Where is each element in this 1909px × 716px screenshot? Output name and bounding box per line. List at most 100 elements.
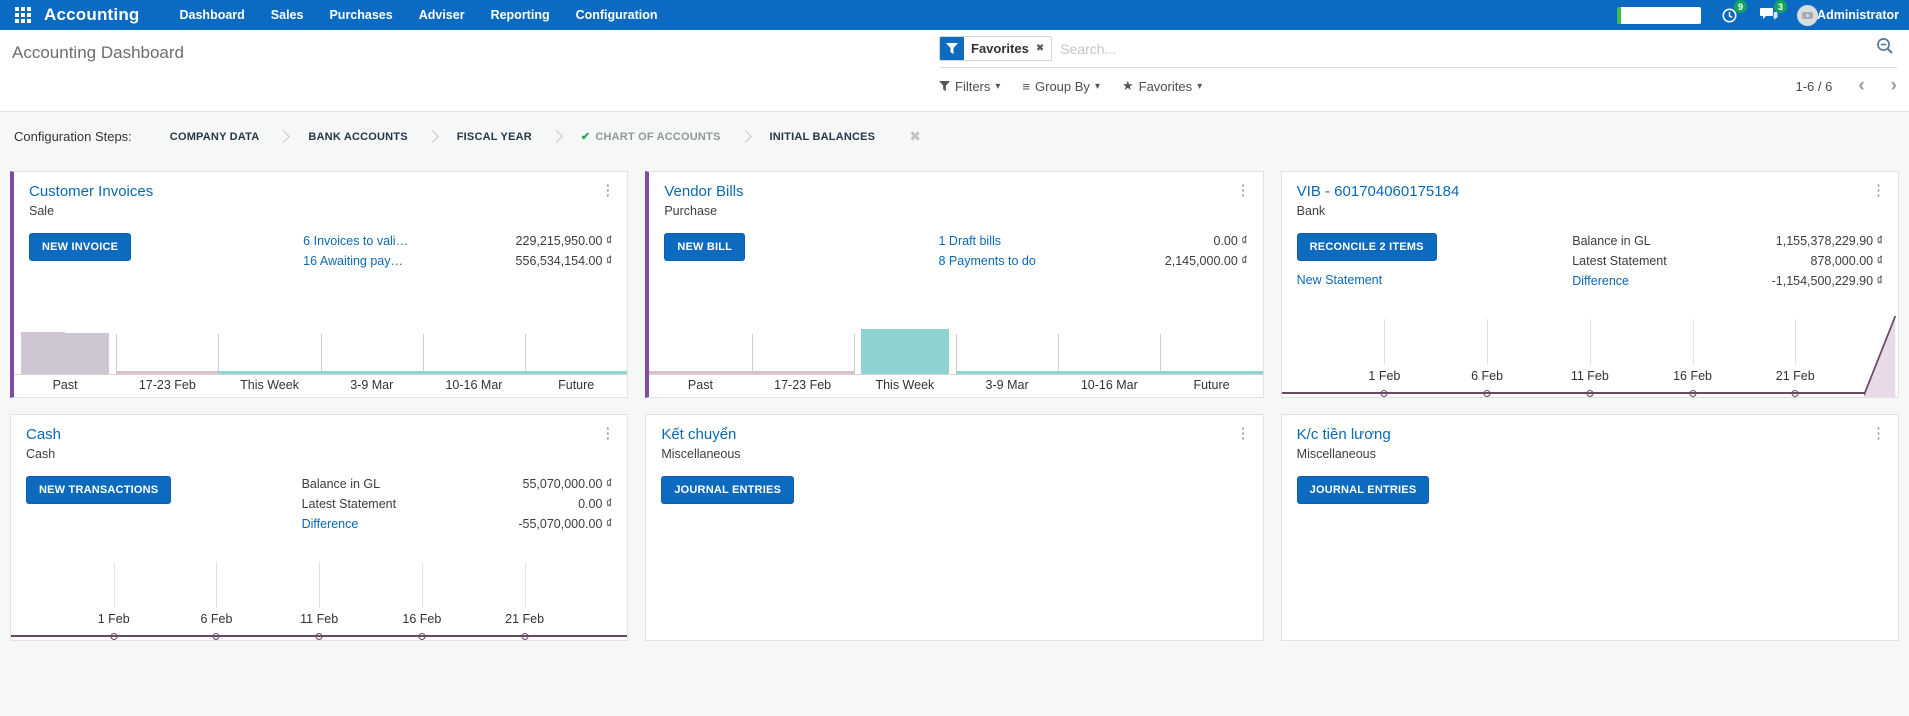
configuration-steps-banner: Configuration Steps: COMPANY DATA BANK A… — [0, 112, 1909, 159]
chart-strip — [956, 371, 1058, 374]
journal-entries-button[interactable]: JOURNAL ENTRIES — [1297, 476, 1430, 504]
messages-icon[interactable]: 3 — [1757, 4, 1781, 26]
step-initial-balances[interactable]: INITIAL BALANCES — [756, 131, 890, 143]
filters-button[interactable]: Filters ▾ — [939, 79, 1000, 94]
axis-tick — [525, 334, 526, 374]
x-axis-label: Future — [1160, 375, 1262, 397]
x-axis-label: 21 Feb — [1776, 369, 1815, 383]
pager-next-icon[interactable]: › — [1891, 79, 1897, 93]
amount: 229,215,950.00 ₫ — [516, 233, 613, 250]
activity-clock-icon[interactable]: 9 — [1717, 4, 1741, 26]
trend-spike — [1864, 313, 1898, 397]
user-avatar[interactable] — [1797, 5, 1818, 26]
payments-to-do-link[interactable]: 8 Payments to do — [939, 253, 1036, 270]
gridline — [114, 562, 115, 608]
difference-link[interactable]: Difference — [1572, 273, 1629, 290]
card-subtitle: Purchase — [664, 204, 1247, 218]
card-menu-icon[interactable]: ⋮ — [1236, 424, 1251, 442]
card-customer-invoices: ⋮ Customer Invoices Sale NEW INVOICE 6 I… — [10, 171, 628, 398]
axis-tick — [1160, 334, 1161, 374]
difference-link[interactable]: Difference — [302, 516, 359, 533]
facet-remove-icon[interactable]: ✖ — [1036, 37, 1051, 60]
search-collapse-icon[interactable] — [1875, 36, 1895, 61]
axis-tick — [956, 334, 957, 374]
x-axis-label: 10-16 Mar — [423, 375, 525, 397]
x-axis: Past17-23 FebThis Week3-9 Mar10-16 MarFu… — [14, 375, 627, 397]
card-title[interactable]: VIB - 601704060175184 — [1297, 183, 1460, 200]
menu-reporting[interactable]: Reporting — [491, 8, 550, 22]
chart-bar — [861, 329, 905, 374]
group-by-button[interactable]: ≡ Group By ▾ — [1022, 79, 1100, 94]
control-panel: Accounting Dashboard Favorites ✖ — [0, 30, 1909, 112]
banner-close-icon[interactable]: ✖ — [909, 128, 921, 145]
menu-configuration[interactable]: Configuration — [576, 8, 658, 22]
card-title[interactable]: Cash — [26, 426, 61, 443]
journal-graph[interactable]: 1 Feb6 Feb11 Feb16 Feb21 Feb — [1282, 313, 1898, 397]
card-menu-icon[interactable]: ⋮ — [1871, 181, 1886, 199]
user-menu[interactable]: Administrator — [1817, 8, 1899, 22]
x-axis-label: 1 Feb — [98, 612, 130, 626]
check-icon: ✔ — [581, 130, 590, 143]
chart-strip — [649, 371, 751, 374]
latest-statement-label: Latest Statement — [302, 496, 397, 513]
card-title[interactable]: Kết chuyển — [661, 426, 736, 443]
app-title[interactable]: Accounting — [44, 5, 140, 25]
x-axis-label: 11 Feb — [300, 612, 338, 626]
step-company-data[interactable]: COMPANY DATA — [156, 131, 274, 143]
pager-prev-icon[interactable]: ‹ — [1858, 79, 1864, 93]
latest-statement-label: Latest Statement — [1572, 253, 1667, 270]
chart-strip — [116, 371, 218, 374]
menu-dashboard[interactable]: Dashboard — [180, 8, 245, 22]
awaiting-payments-link[interactable]: 16 Awaiting pay… — [303, 253, 403, 270]
new-statement-link[interactable]: New Statement — [1297, 273, 1382, 287]
step-bank-accounts[interactable]: BANK ACCOUNTS — [294, 131, 421, 143]
x-axis-label: 16 Feb — [402, 612, 441, 626]
axis-tick — [1058, 334, 1059, 374]
card-menu-icon[interactable]: ⋮ — [1236, 181, 1251, 199]
card-menu-icon[interactable]: ⋮ — [1871, 424, 1886, 442]
step-separator-icon — [278, 130, 291, 143]
menu-sales[interactable]: Sales — [271, 8, 304, 22]
x-axis-label: 6 Feb — [1471, 369, 1503, 383]
favorites-button[interactable]: ★ Favorites ▾ — [1122, 78, 1202, 94]
card-menu-icon[interactable]: ⋮ — [600, 181, 615, 199]
reconcile-items-button[interactable]: RECONCILE 2 ITEMS — [1297, 233, 1437, 261]
new-transactions-button[interactable]: NEW TRANSACTIONS — [26, 476, 171, 504]
card-subtitle: Cash — [26, 447, 612, 461]
card-title[interactable]: Vendor Bills — [664, 183, 743, 200]
journal-graph[interactable]: Past17-23 FebThis Week3-9 Mar10-16 MarFu… — [649, 297, 1262, 397]
new-bill-button[interactable]: NEW BILL — [664, 233, 745, 261]
page-title: Accounting Dashboard — [12, 43, 184, 111]
step-separator-icon — [426, 130, 439, 143]
axis-tick — [218, 334, 219, 374]
menu-purchases[interactable]: Purchases — [329, 8, 392, 22]
amount: 878,000.00 ₫ — [1811, 253, 1883, 270]
card-title[interactable]: Customer Invoices — [29, 183, 153, 200]
journal-graph[interactable]: 1 Feb 6 Feb 11 Feb 16 Feb 21 Feb — [11, 556, 627, 640]
journal-entries-button[interactable]: JOURNAL ENTRIES — [661, 476, 794, 504]
x-axis-label: 3-9 Mar — [321, 375, 423, 397]
new-invoice-button[interactable]: NEW INVOICE — [29, 233, 131, 261]
invoices-to-validate-link[interactable]: 6 Invoices to vali… — [303, 233, 408, 250]
search-input[interactable] — [1052, 41, 1875, 57]
menu-adviser[interactable]: Adviser — [419, 8, 465, 22]
navbar-quick-input[interactable] — [1617, 7, 1701, 24]
group-by-icon: ≡ — [1022, 79, 1030, 94]
x-axis-label: 6 Feb — [200, 612, 232, 626]
activity-badge: 9 — [1734, 0, 1747, 13]
x-axis-label: 21 Feb — [505, 612, 544, 626]
chart-strip — [1160, 371, 1262, 374]
gridline — [525, 562, 526, 608]
card-title[interactable]: K/c tiền lương — [1297, 426, 1391, 443]
messages-badge: 3 — [1774, 0, 1787, 13]
balance-in-gl-label: Balance in GL — [302, 476, 381, 493]
apps-grid-icon[interactable] — [10, 4, 36, 26]
journal-graph[interactable]: Past17-23 FebThis Week3-9 Mar10-16 MarFu… — [14, 297, 627, 397]
gridline — [319, 562, 320, 608]
x-axis-label: Past — [649, 375, 751, 397]
amount: -1,154,500,229.90 ₫ — [1772, 273, 1883, 290]
step-chart-of-accounts[interactable]: ✔ CHART OF ACCOUNTS — [567, 130, 735, 143]
draft-bills-link[interactable]: 1 Draft bills — [939, 233, 1002, 250]
card-menu-icon[interactable]: ⋮ — [600, 424, 615, 442]
step-fiscal-year[interactable]: FISCAL YEAR — [443, 131, 546, 143]
